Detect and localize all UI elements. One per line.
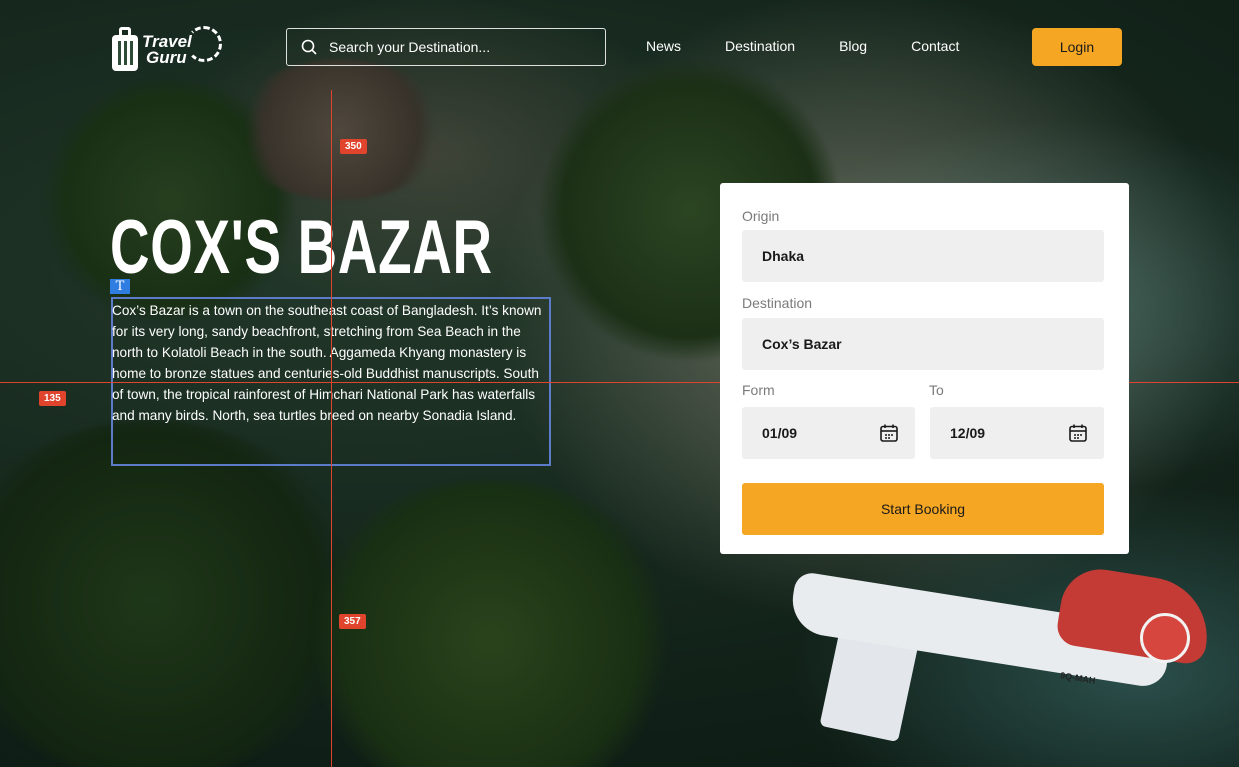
page-title: COX'S BAZAR <box>110 205 493 290</box>
suitcase-icon <box>112 27 138 73</box>
search-bar[interactable] <box>286 28 606 66</box>
seaplane-image: 9Q-MAH <box>760 563 1216 743</box>
guide-badge-top: 350 <box>340 139 367 154</box>
destination-description: Cox’s Bazar is a town on the southeast c… <box>112 303 542 423</box>
from-date-label: Form <box>742 382 775 398</box>
guide-badge-left: 135 <box>39 391 66 406</box>
main-nav: News Destination Blog Contact <box>646 38 1003 54</box>
guide-badge-bottom: 357 <box>339 614 366 629</box>
vertical-guide <box>331 90 332 767</box>
search-icon <box>301 39 317 55</box>
text-tool-icon: T <box>110 279 130 294</box>
booking-form: Origin Dhaka Destination Cox’s Bazar For… <box>720 183 1129 554</box>
to-date-label: To <box>929 382 944 398</box>
nav-destination[interactable]: Destination <box>725 38 795 54</box>
search-input[interactable] <box>327 38 591 56</box>
destination-field[interactable]: Cox’s Bazar <box>742 318 1104 370</box>
from-date-field[interactable]: 01/09 <box>742 407 915 459</box>
login-button[interactable]: Login <box>1032 28 1122 66</box>
to-date-value: 12/09 <box>950 425 986 441</box>
calendar-icon[interactable] <box>879 423 899 443</box>
from-date-value: 01/09 <box>762 425 798 441</box>
travel-guru-logo[interactable]: Travel Guru <box>112 26 222 74</box>
nav-contact[interactable]: Contact <box>911 38 959 54</box>
destination-label: Destination <box>742 295 813 311</box>
start-booking-button[interactable]: Start Booking <box>742 483 1104 535</box>
logo-text-line2: Guru <box>146 48 187 67</box>
nav-blog[interactable]: Blog <box>839 38 867 54</box>
to-date-field[interactable]: 12/09 <box>930 407 1104 459</box>
origin-field[interactable]: Dhaka <box>742 230 1104 282</box>
nav-news[interactable]: News <box>646 38 681 54</box>
origin-label: Origin <box>742 208 780 224</box>
calendar-icon[interactable] <box>1068 423 1088 443</box>
